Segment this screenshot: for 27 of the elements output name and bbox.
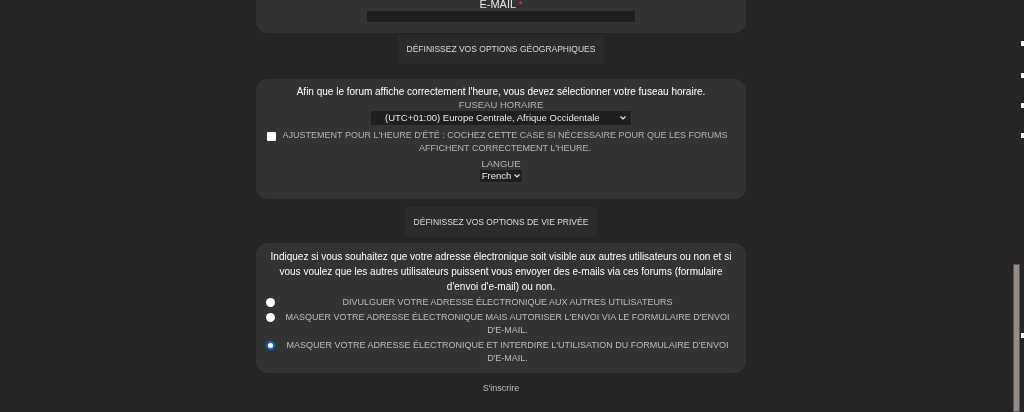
caret-icon <box>620 116 626 120</box>
edge-marker <box>1021 333 1024 338</box>
radio-label: MASQUER VOTRE ADRESSE ÉLECTRONIQUE MAIS AUTORISER L'ENVOI VIA LE FORMULAIRE D'ENVOI D'E-MAIL. <box>284 311 731 337</box>
radio-label: DIVULGUER VOTRE ADRESSE ÉLECTRONIQUE AUX AUTRES UTILISATEURS <box>341 296 674 309</box>
info-text: Afin que le forum affiche correctement l'heure, vous devez sélectionner votre fuseau horaire. <box>296 85 706 98</box>
info-text: Indiquez si vous souhaitez que votre adresse électronique soit visible aux autres utilisateurs ou non et si vous voulez que les autres utilisateurs puissent vous envoyer des e-mails via ces forums (formulaire d'envoi d'e-mail) ou non. <box>269 250 733 294</box>
section-button[interactable]: DÉFINISSEZ VOS OPTIONS GÉOGRAPHIQUES <box>397 35 605 64</box>
edge-marker <box>1021 103 1024 108</box>
required-mark: * <box>519 0 523 11</box>
checkbox[interactable] <box>267 132 276 141</box>
edge-marker <box>1021 133 1024 138</box>
field-label: LANGUE <box>481 157 521 170</box>
field-label: E-MAIL <box>479 0 517 11</box>
radio-button[interactable] <box>266 341 275 350</box>
field-label: FUSEAU HORAIRE <box>458 98 544 111</box>
submit-button[interactable]: S'inscrire <box>478 381 524 397</box>
timezone-select[interactable]: (UTC+01:00) Europe Centrale, Afrique Occidentale <box>371 111 631 125</box>
radio-button[interactable] <box>266 298 275 307</box>
radio-label: MASQUER VOTRE ADRESSE ÉLECTRONIQUE ET INTERDIRE L'UTILISATION DU FORMULAIRE D'ENVOI D'E-MAIL. <box>285 339 730 365</box>
radio-button[interactable] <box>266 313 275 322</box>
language-select[interactable]: French <box>479 170 523 182</box>
edge-marker <box>1021 41 1024 46</box>
edge-marker <box>1021 73 1024 78</box>
checkbox-label: AJUSTEMENT POUR L'HEURE D'ÉTÉ : COCHEZ CETTE CASE SI NÉCESSAIRE POUR QUE LES FORUMS AFFICHENT CORRECTEMENT L'HEURE. <box>281 129 729 155</box>
scrollbar-thumb[interactable] <box>1013 264 1020 412</box>
caret-icon <box>514 174 521 178</box>
section-button[interactable]: DÉFINISSEZ VOS OPTIONS DE VIE PRIVÉE <box>404 207 598 237</box>
